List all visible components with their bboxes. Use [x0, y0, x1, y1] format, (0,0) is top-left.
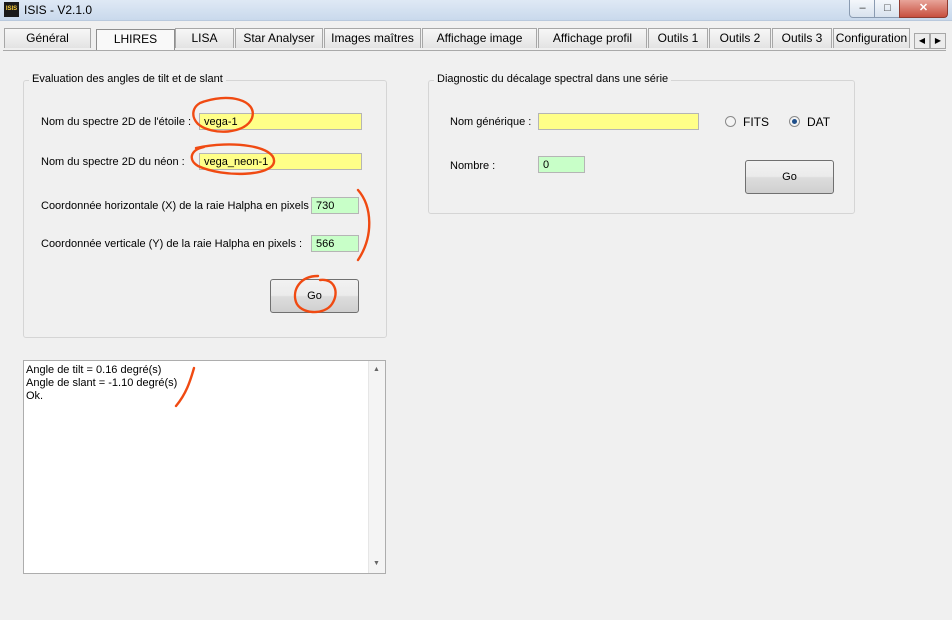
tab-panel-border [3, 50, 946, 51]
tab-images-maitres[interactable]: Images maîtres [324, 28, 421, 48]
tab-outils-3[interactable]: Outils 3 [772, 28, 832, 48]
tab-outils-2[interactable]: Outils 2 [709, 28, 771, 48]
tab-outils-1[interactable]: Outils 1 [648, 28, 708, 48]
tab-star-analyser[interactable]: Star Analyser [235, 28, 323, 48]
tab-lisa[interactable]: LISA [175, 28, 234, 48]
diagnostic-legend: Diagnostic du décalage spectral dans une… [434, 73, 672, 85]
tab-configuration[interactable]: Configuration [833, 28, 910, 48]
tilt-slant-legend: Evaluation des angles de tilt et de slan… [29, 73, 226, 85]
close-button[interactable]: ✕ [899, 0, 948, 18]
output-log[interactable]: Angle de tilt = 0.16 degré(s) Angle de s… [23, 360, 386, 574]
tab-general[interactable]: Général [4, 28, 91, 48]
tab-scroll-right-icon[interactable]: ▶ [930, 33, 946, 49]
halpha-y-label: Coordonnée verticale (Y) de la raie Halp… [41, 238, 303, 250]
neon-spectrum-label: Nom du spectre 2D du néon : [41, 156, 185, 168]
log-line-ok: Ok. [26, 390, 44, 402]
maximize-button[interactable]: □ [874, 0, 901, 18]
generic-name-label: Nom générique : [450, 116, 532, 128]
star-spectrum-label: Nom du spectre 2D de l'étoile : [41, 116, 192, 128]
halpha-x-input[interactable] [311, 197, 359, 214]
tab-affichage-image[interactable]: Affichage image [422, 28, 537, 48]
dat-label: DAT [807, 115, 831, 129]
dat-radio[interactable] [789, 116, 800, 127]
tab-lhires[interactable]: LHIRES [96, 29, 175, 50]
fits-label: FITS [743, 115, 769, 129]
diagnostic-go-button[interactable]: Go [745, 160, 834, 194]
tab-affichage-profil[interactable]: Affichage profil [538, 28, 647, 48]
scroll-up-icon[interactable]: ▲ [373, 366, 380, 373]
minimize-button[interactable]: – [849, 0, 876, 18]
log-line-slant: Angle de slant = -1.10 degré(s) [26, 377, 178, 389]
tab-strip: Général LHIRES LISA Star Analyser Images… [0, 28, 952, 50]
tilt-go-button[interactable]: Go [270, 279, 359, 313]
isis-app-icon: ISIS [4, 2, 19, 17]
scroll-down-icon[interactable]: ▼ [373, 560, 380, 567]
log-line-tilt: Angle de tilt = 0.16 degré(s) [26, 364, 162, 376]
halpha-x-label: Coordonnée horizontale (X) de la raie Ha… [41, 200, 315, 212]
star-spectrum-input[interactable] [199, 113, 362, 130]
tab-scroll-left-icon[interactable]: ◀ [914, 33, 930, 49]
generic-name-input[interactable] [538, 113, 699, 130]
window-title: ISIS - V2.1.0 [24, 3, 93, 17]
halpha-y-input[interactable] [311, 235, 359, 252]
count-input[interactable] [538, 156, 585, 173]
fits-radio[interactable] [725, 116, 736, 127]
output-scrollbar[interactable]: ▲ ▼ [368, 361, 385, 573]
neon-spectrum-input[interactable] [199, 153, 362, 170]
title-bar: ISIS ISIS - V2.1.0 – □ ✕ [0, 0, 952, 21]
count-label: Nombre : [450, 160, 496, 172]
